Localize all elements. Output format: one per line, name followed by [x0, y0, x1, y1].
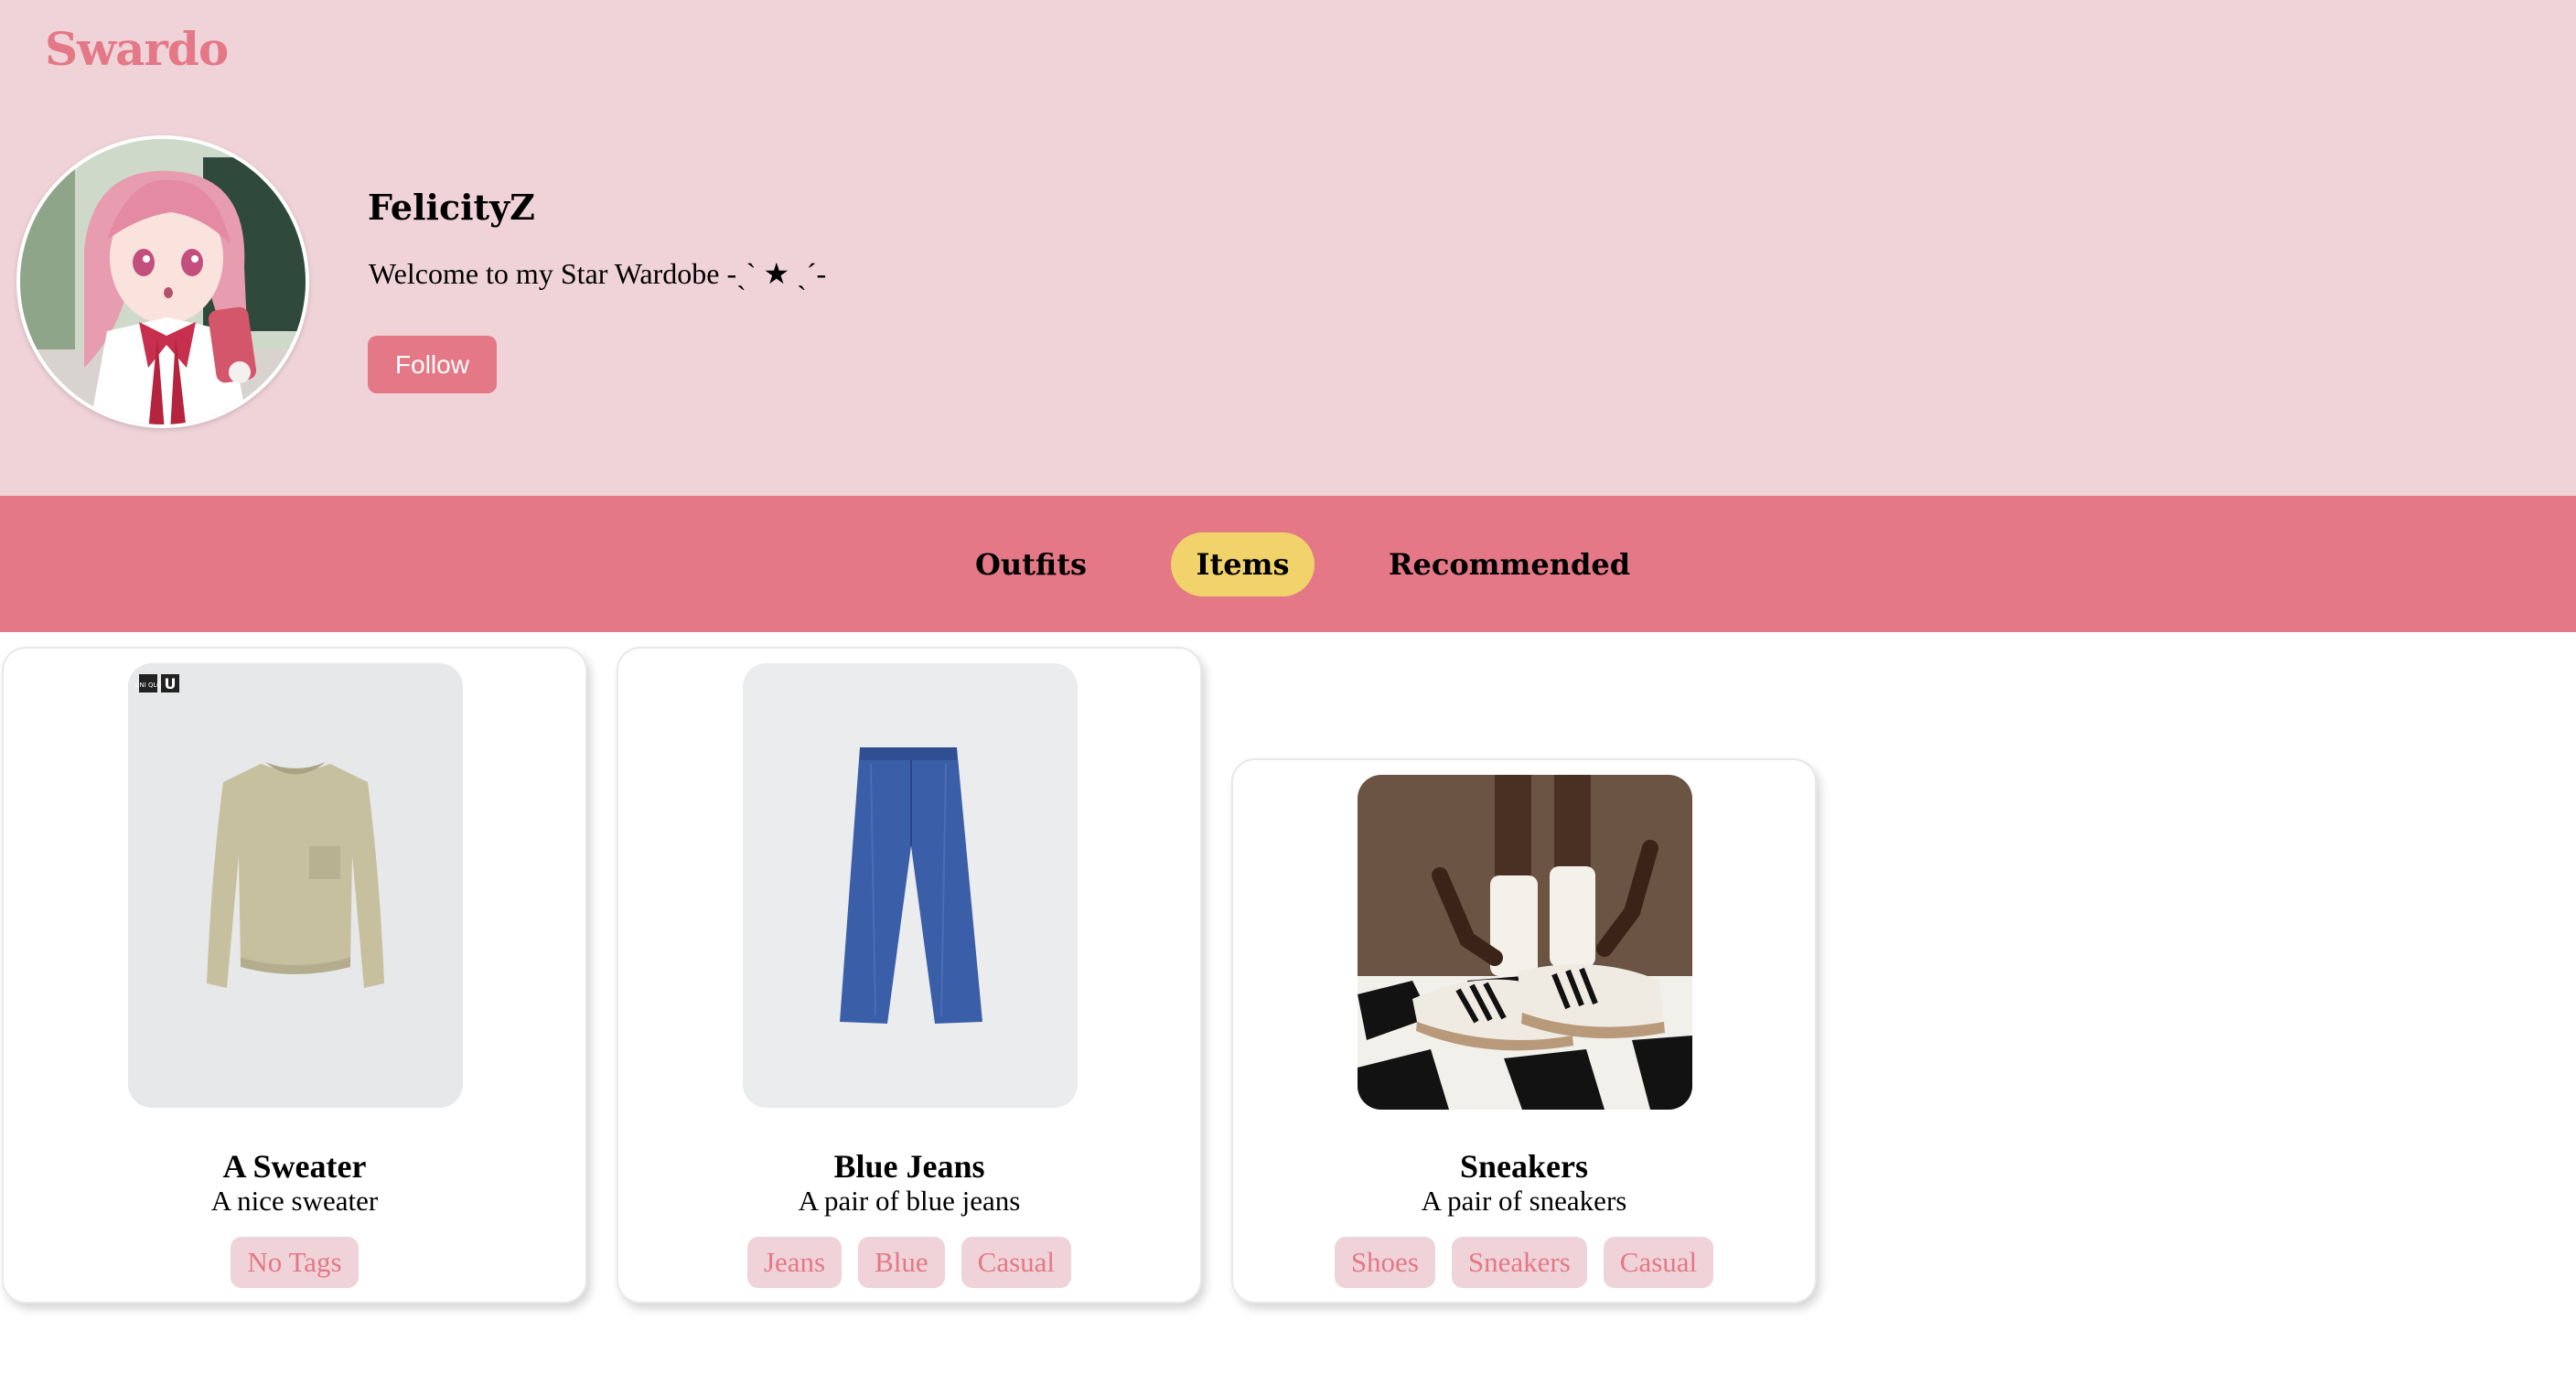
tag-chip[interactable]: Casual [961, 1237, 1072, 1288]
item-description: A nice sweater [210, 1185, 379, 1217]
jeans-image-icon [743, 663, 1078, 1108]
anime-girl-avatar-icon [20, 139, 306, 424]
item-description: A pair of blue jeans [798, 1185, 1021, 1217]
tag-chip[interactable]: Shoes [1334, 1237, 1435, 1288]
tab-outfits[interactable]: Outfits [962, 532, 1100, 596]
sweater-image-icon: UNI QLO U [128, 663, 463, 1108]
tag-chip[interactable]: Sneakers [1451, 1237, 1587, 1288]
brand-badge-u: U [165, 675, 177, 692]
tab-items[interactable]: Items [1171, 532, 1315, 596]
tag-chip[interactable]: Jeans [746, 1237, 843, 1288]
profile-header: Swardo FelicityZ Welcome to my Star Ward… [0, 0, 2576, 496]
tag-chip[interactable]: No Tags [231, 1237, 359, 1288]
item-tags: No Tags [4, 1237, 585, 1288]
item-image [743, 663, 1078, 1108]
item-name: A Sweater [222, 1148, 367, 1185]
item-tags: Jeans Blue Casual [618, 1237, 1200, 1288]
avatar [16, 135, 309, 428]
item-tags: Shoes Sneakers Casual [1233, 1237, 1815, 1288]
tag-chip[interactable]: Blue [858, 1237, 945, 1288]
item-image [1358, 775, 1692, 1110]
tab-bar: Outfits Items Recommended [0, 496, 2576, 632]
item-card[interactable]: Sneakers A pair of sneakers Shoes Sneake… [1231, 758, 1817, 1304]
item-card[interactable]: Blue Jeans A pair of blue jeans Jeans Bl… [617, 647, 1202, 1304]
item-name: Blue Jeans [833, 1148, 985, 1185]
follow-button[interactable]: Follow [368, 336, 497, 393]
profile-username: FelicityZ [368, 187, 535, 228]
profile-bio: Welcome to my Star Wardobe -ˏˋ ★ ˎˊ- [369, 257, 827, 290]
sneakers-image-icon [1358, 775, 1692, 1110]
brand-badge-uniqlo: UNI QLO [134, 682, 162, 689]
tab-recommended[interactable]: Recommended [1386, 532, 1633, 596]
tag-chip[interactable]: Casual [1603, 1237, 1714, 1288]
item-description: A pair of sneakers [1421, 1185, 1627, 1217]
item-name: Sneakers [1459, 1148, 1588, 1185]
item-card[interactable]: UNI QLO U A Sweater A nice sweater No Ta… [2, 647, 587, 1304]
item-image: UNI QLO U [128, 663, 463, 1108]
app-logo[interactable]: Swardo [45, 22, 229, 76]
